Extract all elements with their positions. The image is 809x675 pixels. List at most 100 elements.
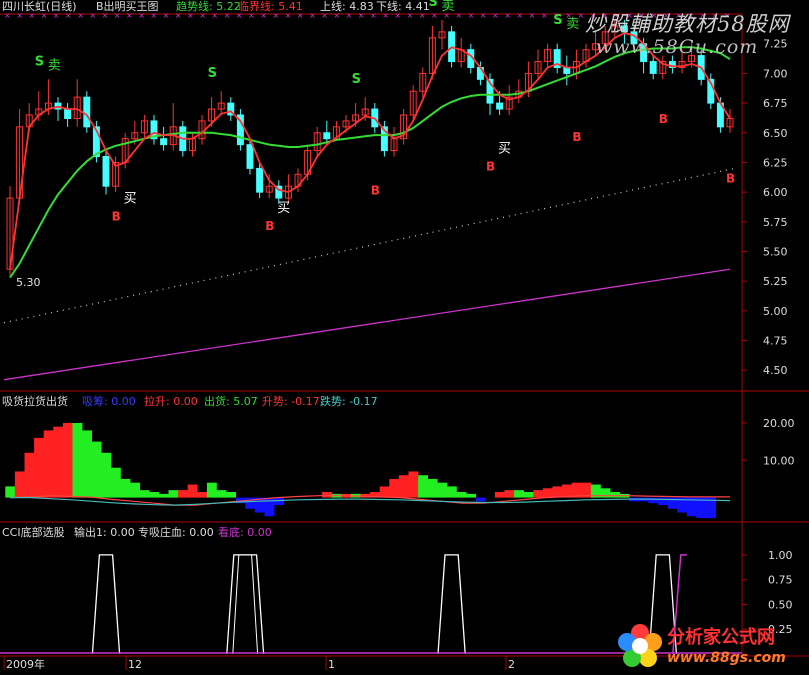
volume-bar <box>456 492 467 498</box>
volume-bar <box>466 493 477 498</box>
buy-signal-b: B <box>112 210 121 224</box>
volume-bar <box>5 486 16 498</box>
y-tick-label: 5.75 <box>763 216 788 229</box>
volume-bar <box>62 422 73 498</box>
volume-bar <box>34 437 45 498</box>
y-tick-label: 6.25 <box>763 156 788 169</box>
stock-name: 四川长虹(日线) <box>2 0 77 13</box>
y-tick-label: 7.25 <box>763 38 788 51</box>
bank-label: 专吸庄血: 0.00 <box>138 526 214 539</box>
y-tick-label: 4.75 <box>763 335 788 348</box>
volume-bar <box>514 490 525 498</box>
sub2-title: CCI底部选股 <box>2 526 65 539</box>
cci-pulse <box>226 554 265 655</box>
watch-label: 看底: 0.00 <box>218 526 272 539</box>
buy-signal-char: 买 <box>277 201 290 216</box>
sell-signal-s: S <box>208 66 217 81</box>
top-marker: × <box>455 11 462 20</box>
candle-body <box>160 138 168 146</box>
top-marker: × <box>541 11 548 20</box>
candle-body <box>256 167 264 193</box>
volume-bar <box>158 493 169 498</box>
y-tick-label: 5.25 <box>763 275 788 288</box>
fall-line <box>10 497 731 506</box>
sell-signal-s: S <box>35 54 44 69</box>
stock-chart-canvas: × × × × × × × × × × × × × × × × × × × × × × × × × × × × × × × × × × × × × × × ×… <box>0 0 809 671</box>
price-axis: 7.25 7.00 6.75 6.50 6.25 6.00 5.75 5.50 5.25 5.00… <box>3 38 795 671</box>
buy-signal-b: B <box>572 130 581 144</box>
sub2-y-tick-label: 0.50 <box>768 598 793 611</box>
volume-bar <box>178 490 189 498</box>
top-marker: × <box>504 11 511 20</box>
y-tick-label: 4.50 <box>763 364 788 377</box>
volume-bar <box>542 488 553 498</box>
flower-logo-icon <box>618 624 662 667</box>
time-tick-label: 12 <box>128 658 142 671</box>
volume-bar <box>226 492 237 498</box>
watermark-58gu-url: www.58Gu.com <box>596 36 759 58</box>
volume-bar <box>427 478 438 498</box>
cci-pulse <box>91 554 121 655</box>
cci-pulse-inner <box>232 554 259 655</box>
indicator-name: B出明买王图 <box>96 0 159 13</box>
volume-bar <box>43 430 54 498</box>
y-tick-label: 5.50 <box>763 245 788 258</box>
volume-bar <box>168 490 179 498</box>
volume-bar <box>504 490 515 498</box>
absorb-label: 吸筹: 0.00 <box>82 395 136 408</box>
volume-bar <box>120 478 131 498</box>
buy-signal-char: 买 <box>498 142 511 157</box>
candle-body <box>83 96 91 128</box>
volume-bar <box>72 422 83 498</box>
candle-body <box>496 102 504 110</box>
volume-bar <box>389 478 400 498</box>
y-tick-label: 6.75 <box>763 97 788 110</box>
time-tick-label: 2009年 <box>6 657 45 671</box>
top-marker: × <box>309 11 316 20</box>
volume-bar <box>101 452 112 498</box>
dotted-support-line <box>3 167 736 324</box>
watermark-88gs-url: www.88gs.com <box>667 650 786 666</box>
top-marker: × <box>163 11 170 20</box>
volume-bar <box>274 497 285 506</box>
volume-bar <box>533 490 544 498</box>
cci-pulse <box>437 554 466 655</box>
top-marker: × <box>77 11 84 20</box>
volume-bar <box>562 484 573 498</box>
sell-signal-s: S <box>553 13 562 28</box>
volume-bar <box>552 486 563 498</box>
buy-signal-b: B <box>659 112 668 126</box>
top-marker: × <box>431 11 438 20</box>
top-marker: × <box>492 11 499 20</box>
y-tick-label: 5.00 <box>763 305 788 318</box>
candle-body <box>64 108 72 120</box>
volume-bar <box>82 430 93 498</box>
candle-body <box>246 144 254 169</box>
ship-label: 出货: 5.07 <box>204 395 258 408</box>
sub1-title: 吸货拉货出货 <box>2 395 68 408</box>
y-tick-label: 7.00 <box>763 67 788 80</box>
volume-bar <box>24 452 35 498</box>
buy-signal-b: B <box>486 160 495 174</box>
y-tick-label: 6.00 <box>763 186 788 199</box>
watermark-58gu-title: 炒股輔助教材58股网 <box>585 12 790 36</box>
volume-bar <box>139 490 150 498</box>
top-marker: × <box>529 11 536 20</box>
sell-signal-s: S <box>352 72 361 87</box>
volume-bar <box>379 486 390 498</box>
time-tick-label: 2 <box>508 658 515 671</box>
volume-bar <box>446 486 457 498</box>
volume-bar <box>53 426 64 498</box>
fall-label: 跌势: -0.17 <box>320 395 378 408</box>
top-marker: × <box>468 11 475 20</box>
candle-body <box>102 156 110 187</box>
volume-bar <box>322 492 333 498</box>
volume-bar <box>494 492 505 498</box>
volume-bar <box>149 492 160 498</box>
critical-label: 临界线: 5.41 <box>238 0 303 13</box>
sub1-y-tick-label: 20.00 <box>763 417 795 430</box>
upper-label: 上线: 4.83 <box>320 0 374 13</box>
volume-bar <box>475 497 486 502</box>
volume-bar <box>187 484 198 498</box>
candle-body <box>323 132 331 140</box>
